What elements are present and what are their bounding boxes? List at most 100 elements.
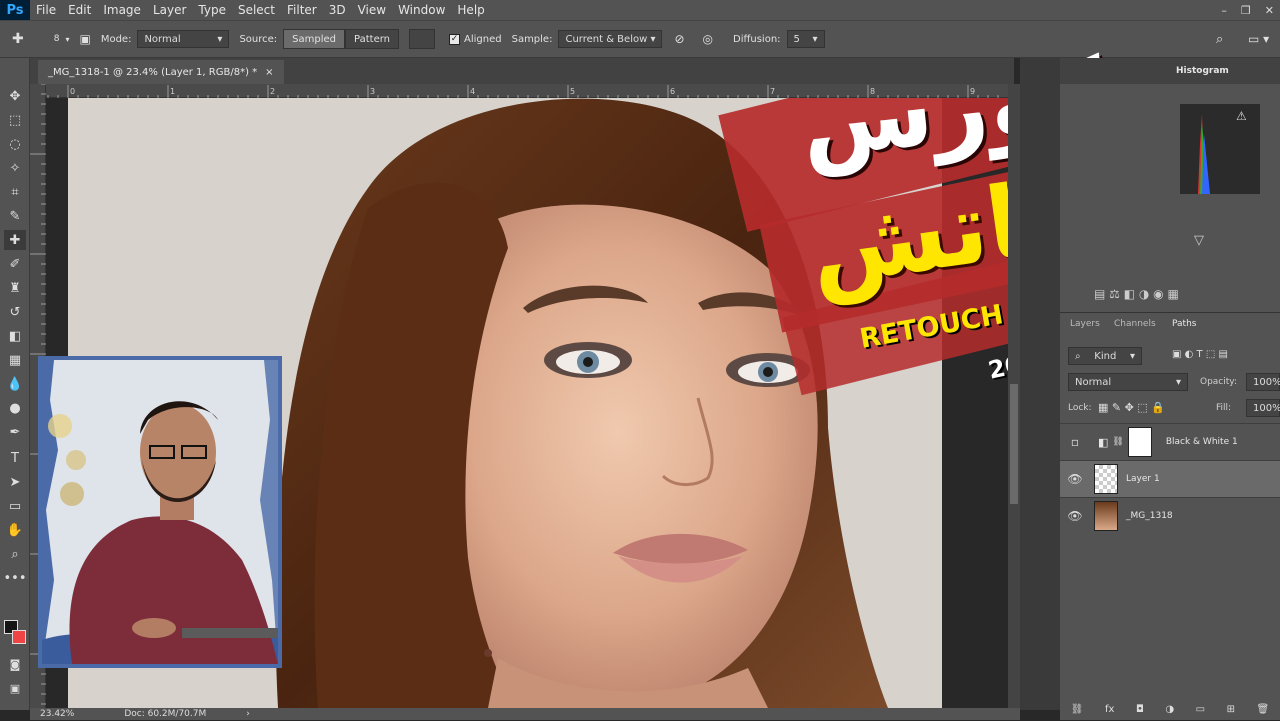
marquee-tool-icon[interactable]: ⬚ — [4, 110, 26, 130]
brush-tool-icon[interactable]: ✐ — [4, 254, 26, 274]
workspace-icon[interactable]: ▭ ▾ — [1248, 32, 1269, 46]
close-tab-icon[interactable]: × — [265, 67, 273, 78]
aligned-checkbox[interactable]: ✓ — [449, 33, 460, 45]
menu-window[interactable]: Window — [392, 3, 451, 17]
ignore-adjustment-icon[interactable]: ⊘ — [674, 32, 684, 46]
background-color-swatch[interactable] — [12, 630, 26, 644]
chevron-down-icon: ▾ — [217, 33, 223, 45]
minimize-button[interactable]: – — [1221, 4, 1227, 17]
webcam-inset — [38, 356, 282, 668]
menu-edit[interactable]: Edit — [62, 3, 97, 17]
mode-select[interactable]: Normal ▾ — [137, 30, 230, 48]
pen-tool-icon[interactable]: ✒ — [4, 422, 26, 442]
blend-mode-value: Normal — [1075, 376, 1112, 388]
healing-brush-tool-icon[interactable]: ✚ — [12, 31, 24, 47]
quick-mask-icon[interactable]: ◙ — [4, 654, 26, 674]
scroll-thumb[interactable] — [1010, 384, 1018, 504]
menu-select[interactable]: Select — [232, 3, 281, 17]
zoom-level[interactable]: 23.42% — [40, 709, 74, 719]
kind-filter-select[interactable]: ⌕ Kind ▾ — [1068, 347, 1142, 365]
link-layers-icon[interactable]: ⛓ — [1071, 704, 1084, 715]
pressure-icon[interactable]: ◎ — [703, 32, 713, 46]
new-group-icon[interactable]: ▭ — [1196, 704, 1205, 715]
visibility-off-icon[interactable]: ▫ — [1060, 435, 1090, 449]
menu-bar: Ps File Edit Image Layer Type Select Fil… — [0, 0, 1280, 20]
eye-icon[interactable]: 👁 — [1060, 509, 1090, 523]
type-tool-icon[interactable]: T — [4, 448, 26, 468]
tab-paths[interactable]: Paths — [1172, 319, 1196, 329]
add-mask-icon[interactable]: ◘ — [1136, 704, 1144, 715]
rectangle-tool-icon[interactable]: ▭ — [4, 496, 26, 516]
adjustment-icons[interactable]: ▤ ⚖ ◧ ◑ ◉ ▦ — [1094, 287, 1179, 301]
menu-layer[interactable]: Layer — [147, 3, 192, 17]
restore-button[interactable]: ❐ — [1241, 4, 1251, 17]
eyedropper-tool-icon[interactable]: ✎ — [4, 206, 26, 226]
source-pattern-button[interactable]: Pattern — [345, 29, 399, 49]
ruler-mark-label: 0 — [70, 87, 75, 96]
layer-row-black-white[interactable]: ▫ ◧ ⛓ Black & White 1 — [1060, 423, 1280, 460]
dodge-tool-icon[interactable]: ● — [4, 398, 26, 418]
adjustment-triangle-icon[interactable]: ▽ — [1194, 233, 1204, 248]
brush-dropdown-icon[interactable]: ▾ — [65, 35, 69, 44]
opacity-input[interactable]: 100% — [1246, 373, 1280, 391]
trash-icon[interactable]: 🗑 — [1257, 704, 1270, 715]
more-tools-icon[interactable]: ••• — [4, 568, 27, 588]
tab-layers[interactable]: Layers — [1070, 319, 1100, 329]
hand-tool-icon[interactable]: ✋ — [4, 520, 26, 540]
mode-label: Mode: — [100, 33, 132, 45]
path-selection-tool-icon[interactable]: ➤ — [4, 472, 26, 492]
layer-row-layer-1[interactable]: 👁 Layer 1 — [1060, 460, 1280, 497]
menu-file[interactable]: File — [30, 3, 62, 17]
new-layer-icon[interactable]: ⊞ — [1227, 704, 1235, 715]
menu-image[interactable]: Image — [97, 3, 147, 17]
sample-select[interactable]: Current & Below ▾ — [558, 30, 663, 48]
lock-icons[interactable]: ▦ ✎ ✥ ⬚ 🔒 — [1098, 401, 1165, 414]
histogram-tab[interactable]: Histogram — [1176, 66, 1229, 76]
menu-help[interactable]: Help — [451, 3, 490, 17]
menu-filter[interactable]: Filter — [281, 3, 323, 17]
screen-mode-icon[interactable]: ▣ — [4, 678, 26, 698]
layer-name[interactable]: Black & White 1 — [1166, 437, 1238, 447]
clone-stamp-tool-icon[interactable]: ♜ — [4, 278, 26, 298]
lock-label: Lock: — [1068, 403, 1092, 413]
menu-type[interactable]: Type — [192, 3, 232, 17]
layer-name[interactable]: _MG_1318 — [1126, 511, 1173, 521]
document-tab[interactable]: _MG_1318-1 @ 23.4% (Layer 1, RGB/8*) * × — [38, 60, 284, 84]
history-brush-tool-icon[interactable]: ↺ — [4, 302, 26, 322]
status-bar: 23.42% Doc: 60.2M/70.7M › — [30, 708, 1020, 720]
pattern-picker[interactable] — [409, 29, 435, 49]
warning-icon[interactable]: ⚠ — [1236, 109, 1247, 123]
magic-wand-tool-icon[interactable]: ✧ — [4, 158, 26, 178]
blur-tool-icon[interactable]: 💧 — [4, 374, 26, 394]
crop-tool-icon[interactable]: ⌗ — [4, 182, 26, 202]
eye-icon[interactable]: 👁 — [1060, 472, 1090, 486]
histogram-tab-bar: Histogram — [1060, 58, 1280, 84]
canvas-vertical-scrollbar[interactable] — [1008, 84, 1020, 708]
new-adjustment-icon[interactable]: ◑ — [1165, 704, 1174, 715]
histogram-panel: Histogram ⚠ ▽ ▤ ⚖ ◧ ◑ ◉ ▦ — [1060, 58, 1280, 312]
clone-source-icon[interactable]: ▣ — [79, 32, 90, 46]
blend-mode-select[interactable]: Normal ▾ — [1068, 373, 1188, 391]
status-arrow-icon[interactable]: › — [246, 709, 250, 719]
close-window-button[interactable]: ✕ — [1265, 4, 1274, 17]
search-icon[interactable]: ⌕ — [1216, 32, 1223, 47]
move-tool-icon[interactable]: ✥ — [4, 86, 26, 106]
brush-size[interactable]: 8 — [54, 34, 60, 44]
menu-view[interactable]: View — [352, 3, 392, 17]
filter-icons[interactable]: ▣ ◐ T ⬚ ▤ — [1172, 349, 1228, 360]
fill-input[interactable]: 100% — [1246, 399, 1280, 417]
lasso-tool-icon[interactable]: ◌ — [4, 134, 26, 154]
eraser-tool-icon[interactable]: ◧ — [4, 326, 26, 346]
healing-brush-tool-icon[interactable]: ✚ — [4, 230, 26, 250]
tab-channels[interactable]: Channels — [1114, 319, 1156, 329]
adjustment-layer-icon: ◧ — [1098, 435, 1109, 449]
gradient-tool-icon[interactable]: ▦ — [4, 350, 26, 370]
menu-3d[interactable]: 3D — [323, 3, 352, 17]
fx-icon[interactable]: fx — [1105, 704, 1114, 715]
source-sampled-button[interactable]: Sampled — [283, 29, 346, 49]
ruler-mark-label: 6 — [670, 87, 675, 96]
diffusion-select[interactable]: 5 ▾ — [786, 30, 825, 48]
zoom-tool-icon[interactable]: ⌕ — [4, 544, 26, 564]
layer-row-mg-1318[interactable]: 👁 _MG_1318 — [1060, 497, 1280, 534]
layer-name[interactable]: Layer 1 — [1126, 474, 1160, 484]
